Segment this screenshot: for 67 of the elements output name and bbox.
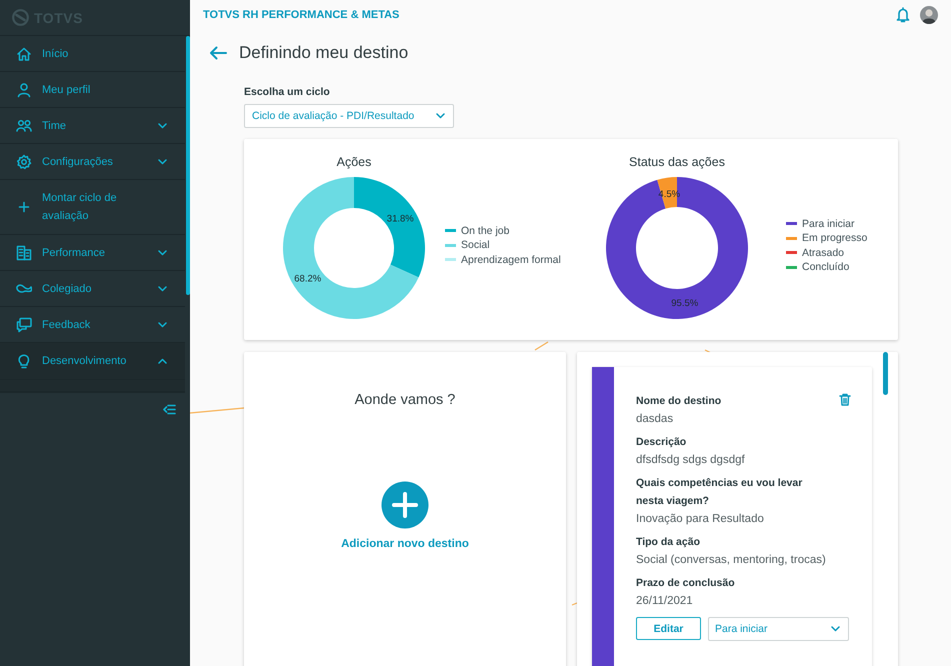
field-label: Escolha um ciclo [244,86,331,98]
avatar-icon[interactable] [920,6,938,24]
field-label: Prazo de conclusão [636,576,736,591]
legend-label: Aprendizagem formal [461,254,561,266]
trash-icon[interactable] [839,393,851,406]
edit-button[interactable]: Editar [636,617,701,640]
field-value: 26/11/2021 [636,594,694,609]
legend-swatch [786,236,797,240]
field-value: Social (conversas, mentoring, trocas) [636,553,827,568]
logo-icon [12,9,29,26]
legend-swatch [786,251,797,254]
legend-label: Para iniciar [802,218,855,230]
data-label: 68.2% [294,273,322,284]
legend-label: On the job [461,224,510,237]
field-value: Inovação para Resultado [636,512,765,527]
chart-title: Status das ações [628,155,726,169]
app-title: TOTVS RH PERFORMANCE & METAS [203,9,400,21]
legend-label: Concluído [802,261,850,274]
menu-item[interactable]: Performance [0,235,185,271]
menu-item[interactable]: Colegiado [0,271,185,307]
field-label: Tipo da ação [636,535,701,550]
chart-title: Ações [336,155,372,169]
add-destination-button[interactable]: Adicionar novo destino [341,481,469,550]
data-label: 31.8% [386,214,414,225]
route-line [572,603,577,605]
chevron-down-icon [436,113,445,119]
cycle-dropdown[interactable]: Ciclo de avaliação - PDI/Resultado [244,104,454,128]
legend-swatch [786,266,797,269]
legend-label: Atrasado [802,246,844,259]
menu-item[interactable]: Time [0,108,185,144]
scrollbar[interactable] [186,36,190,295]
plus-icon [16,199,32,215]
plus-circle-icon [380,481,429,529]
legend-swatch [445,229,456,232]
field-label: Quais competências eu vou levar nesta viagem? [636,476,804,509]
building-icon [16,244,32,260]
home-icon [16,46,32,62]
menu-item[interactable]: Meu perfil [0,72,185,108]
route-line [190,408,244,413]
legend-label: Em progresso [802,232,868,244]
menu-item[interactable]: Início [0,36,185,72]
back-arrow-icon[interactable] [209,46,227,60]
lightbulb-icon [16,353,32,369]
card-title: Aonde vamos ? [354,392,456,408]
menu-item[interactable]: Desenvolvimento [0,343,185,380]
field-label: Descrição [636,435,688,450]
chat-icon [16,316,32,332]
legend-label: Social [461,239,490,252]
field-value: dfsdfsdg sdgs dgsdgf [636,453,746,468]
legend-swatch [445,258,456,262]
data-label: 95.5% [671,298,698,309]
people-icon [16,118,32,134]
field-value: dasdas [636,412,674,427]
gear-icon [16,154,32,170]
menu-item[interactable]: Configurações [0,144,185,180]
page-title: Definindo meu destino [239,43,408,63]
legend-swatch [786,222,797,226]
legend-swatch [445,244,456,247]
status-dropdown[interactable]: Para iniciar [708,617,849,641]
chevron-down-icon [831,626,840,632]
menu-item[interactable]: Montar ciclo de avaliação [0,180,185,235]
person-icon [16,82,32,98]
scrollbar[interactable] [883,352,888,395]
collapse-menu-icon[interactable] [163,404,176,415]
route-line [535,342,548,350]
field-label: Nome do destino [636,394,722,409]
bell-icon[interactable] [896,7,910,23]
